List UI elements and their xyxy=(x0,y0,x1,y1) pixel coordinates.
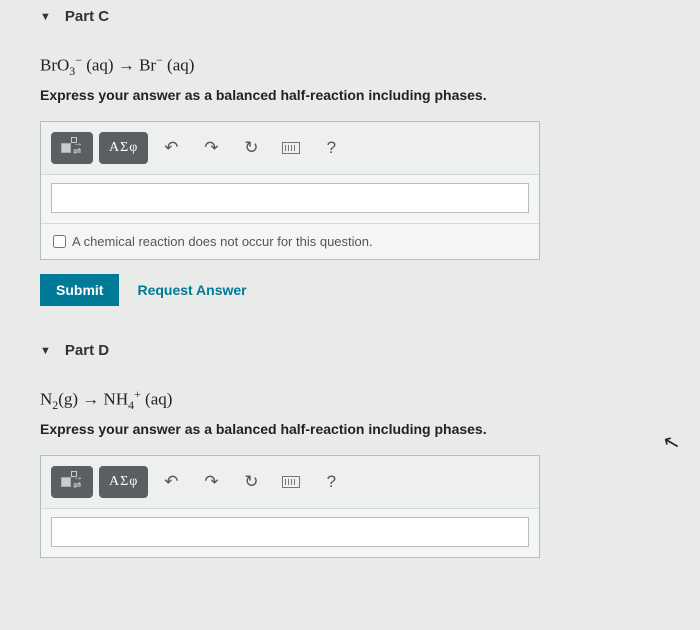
part-d-toolbar: →⇌ ΑΣφ ↶ ↷ ↻ ? xyxy=(41,456,539,509)
part-d-header[interactable]: ▼ Part D xyxy=(40,342,660,359)
part-d-instruction: Express your answer as a balanced half-r… xyxy=(40,421,660,437)
part-d-answer-box: →⇌ ΑΣφ ↶ ↷ ↻ ? xyxy=(40,455,540,558)
no-reaction-checkbox[interactable] xyxy=(53,235,66,248)
help-icon[interactable]: ? xyxy=(314,132,348,164)
part-c-instruction: Express your answer as a balanced half-r… xyxy=(40,87,660,103)
part-d-formula: N2(g) → NH4+ (aq) xyxy=(40,387,660,413)
part-c-actions: Submit Request Answer xyxy=(40,274,660,306)
help-icon[interactable]: ? xyxy=(314,466,348,498)
undo-icon[interactable]: ↶ xyxy=(154,466,188,498)
keyboard-icon[interactable] xyxy=(274,132,308,164)
redo-icon[interactable]: ↷ xyxy=(194,132,228,164)
part-d-label: Part D xyxy=(65,342,109,359)
collapse-triangle-icon[interactable]: ▼ xyxy=(40,345,51,357)
part-d-section: ▼ Part D N2(g) → NH4+ (aq) Express your … xyxy=(0,324,700,576)
no-reaction-label: A chemical reaction does not occur for t… xyxy=(72,234,373,249)
redo-icon[interactable]: ↷ xyxy=(194,466,228,498)
reset-icon[interactable]: ↻ xyxy=(234,132,268,164)
part-c-header[interactable]: ▼ Part C xyxy=(40,8,660,25)
request-answer-link[interactable]: Request Answer xyxy=(137,282,246,298)
collapse-triangle-icon[interactable]: ▼ xyxy=(40,11,51,23)
undo-icon[interactable]: ↶ xyxy=(154,132,188,164)
submit-button[interactable]: Submit xyxy=(40,274,119,306)
part-c-input[interactable] xyxy=(51,183,529,213)
template-button[interactable]: →⇌ xyxy=(51,132,93,164)
template-button[interactable]: →⇌ xyxy=(51,466,93,498)
part-c-formula: BrO3− (aq) → Br− (aq) xyxy=(40,53,660,79)
no-reaction-row: A chemical reaction does not occur for t… xyxy=(41,223,539,259)
greek-button[interactable]: ΑΣφ xyxy=(99,466,148,498)
greek-button[interactable]: ΑΣφ xyxy=(99,132,148,164)
reset-icon[interactable]: ↻ xyxy=(234,466,268,498)
part-c-section: ▼ Part C BrO3− (aq) → Br− (aq) Express y… xyxy=(0,0,700,324)
part-c-answer-box: →⇌ ΑΣφ ↶ ↷ ↻ ? A chemical reaction does … xyxy=(40,121,540,260)
part-c-toolbar: →⇌ ΑΣφ ↶ ↷ ↻ ? xyxy=(41,122,539,175)
keyboard-icon[interactable] xyxy=(274,466,308,498)
part-d-input[interactable] xyxy=(51,517,529,547)
part-c-label: Part C xyxy=(65,8,109,25)
